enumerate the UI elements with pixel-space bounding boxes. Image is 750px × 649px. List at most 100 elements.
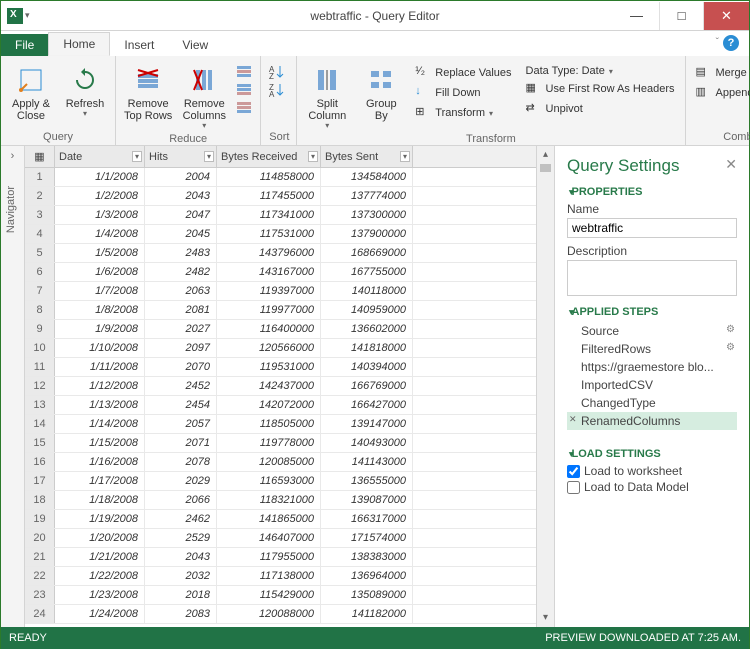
description-input[interactable] [567, 260, 737, 296]
table-row[interactable]: 41/4/20082045117531000137900000 [25, 225, 536, 244]
cell-date: 1/13/2008 [55, 396, 145, 414]
row-number: 10 [25, 339, 55, 357]
table-row[interactable]: 21/2/20082043117455000137774000 [25, 187, 536, 206]
name-label: Name [567, 202, 737, 216]
section-properties[interactable]: PROPERTIES [567, 186, 737, 198]
table-row[interactable]: 131/13/20082454142072000166427000 [25, 396, 536, 415]
table-row[interactable]: 81/8/20082081119977000140959000 [25, 301, 536, 320]
data-type-button[interactable]: Data Type: Date▾ [524, 64, 677, 78]
applied-step[interactable]: Source⚙ [567, 322, 737, 340]
table-row[interactable]: 231/23/20082018115429000135089000 [25, 586, 536, 605]
gear-icon[interactable]: ⚙ [726, 324, 735, 335]
scroll-thumb[interactable] [540, 164, 551, 172]
col-bytes-received[interactable]: Bytes Received▾ [217, 146, 321, 167]
vertical-scrollbar[interactable]: ▴ ▾ [536, 146, 554, 627]
expand-nav-icon[interactable]: › [1, 146, 24, 162]
sort-asc-icon[interactable]: AZ [269, 64, 285, 80]
row-number: 7 [25, 282, 55, 300]
remove-dup-icon[interactable] [236, 100, 252, 116]
transform-button[interactable]: ⊞Transform▾ [413, 104, 513, 122]
table-row[interactable]: 201/20/20082529146407000171574000 [25, 529, 536, 548]
apply-close-button[interactable]: Apply & Close [9, 60, 53, 129]
applied-step[interactable]: ChangedType [567, 394, 737, 412]
remove-alt-rows-icon[interactable] [236, 64, 252, 80]
table-row[interactable]: 51/5/20082483143796000168669000 [25, 244, 536, 263]
table-row[interactable]: 11/1/20082004114858000134584000 [25, 168, 536, 187]
col-bytes-sent[interactable]: Bytes Sent▾ [321, 146, 413, 167]
table-row[interactable]: 141/14/20082057118505000139147000 [25, 415, 536, 434]
filter-dropdown-icon[interactable]: ▾ [308, 151, 318, 162]
merge-queries-button[interactable]: ▤Merge Queries [694, 64, 750, 82]
gear-icon[interactable]: ⚙ [726, 342, 735, 353]
remove-top-rows-button[interactable]: Remove Top Rows [124, 60, 172, 131]
query-name-input[interactable] [567, 218, 737, 238]
scroll-up-icon[interactable]: ▴ [537, 146, 554, 164]
cell-bytes-received: 118321000 [217, 491, 321, 509]
filter-dropdown-icon[interactable]: ▾ [204, 151, 214, 162]
table-row[interactable]: 151/15/20082071119778000140493000 [25, 434, 536, 453]
cell-date: 1/5/2008 [55, 244, 145, 262]
cell-bytes-received: 141865000 [217, 510, 321, 528]
navigator-pane-collapsed[interactable]: › Navigator [1, 146, 25, 627]
applied-step[interactable]: ImportedCSV [567, 376, 737, 394]
row-number: 9 [25, 320, 55, 338]
unpivot-button[interactable]: ⇄Unpivot [524, 100, 677, 118]
cell-date: 1/6/2008 [55, 263, 145, 281]
tab-view[interactable]: View [168, 34, 222, 56]
table-row[interactable]: 31/3/20082047117341000137300000 [25, 206, 536, 225]
load-to-data-model-checkbox[interactable]: Load to Data Model [567, 480, 737, 494]
tab-home[interactable]: Home [48, 32, 110, 56]
col-hits[interactable]: Hits▾ [145, 146, 217, 167]
table-row[interactable]: 61/6/20082482143167000167755000 [25, 263, 536, 282]
col-date[interactable]: Date▾ [55, 146, 145, 167]
table-row[interactable]: 191/19/20082462141865000166317000 [25, 510, 536, 529]
replace-values-button[interactable]: ¹⁄₂Replace Values [413, 64, 513, 82]
table-row[interactable]: 91/9/20082027116400000136602000 [25, 320, 536, 339]
table-row[interactable]: 181/18/20082066118321000139087000 [25, 491, 536, 510]
first-row-headers-button[interactable]: ▦Use First Row As Headers [524, 80, 677, 98]
append-queries-button[interactable]: ▥Append Queries [694, 84, 750, 102]
table-row[interactable]: 121/12/20082452142437000166769000 [25, 377, 536, 396]
split-column-button[interactable]: Split Column▾ [305, 60, 349, 131]
group-query: Apply & Close Refresh ▾ Query [1, 56, 116, 145]
row-number: 12 [25, 377, 55, 395]
row-number: 14 [25, 415, 55, 433]
section-applied-steps[interactable]: APPLIED STEPS [567, 306, 737, 318]
sort-desc-icon[interactable]: ZA [269, 82, 285, 98]
filter-dropdown-icon[interactable]: ▾ [132, 151, 142, 162]
filter-dropdown-icon[interactable]: ▾ [400, 151, 410, 162]
cell-bytes-sent: 137774000 [321, 187, 413, 205]
table-row[interactable]: 101/10/20082097120566000141818000 [25, 339, 536, 358]
select-all-corner[interactable]: ▦ [25, 146, 55, 167]
cell-bytes-received: 119531000 [217, 358, 321, 376]
applied-step[interactable]: FilteredRows⚙ [567, 340, 737, 358]
table-row[interactable]: 71/7/20082063119397000140118000 [25, 282, 536, 301]
section-load-settings[interactable]: LOAD SETTINGS [567, 448, 737, 460]
group-by-button[interactable]: Group By [359, 60, 403, 131]
table-row[interactable]: 211/21/20082043117955000138383000 [25, 548, 536, 567]
table-row[interactable]: 241/24/20082083120088000141182000 [25, 605, 536, 624]
row-number: 23 [25, 586, 55, 604]
table-row[interactable]: 111/11/20082070119531000140394000 [25, 358, 536, 377]
table-row[interactable]: 171/17/20082029116593000136555000 [25, 472, 536, 491]
row-number: 3 [25, 206, 55, 224]
remove-top-rows-label: Remove Top Rows [124, 98, 172, 122]
fill-down-button[interactable]: ↓Fill Down [413, 84, 513, 102]
pane-close-icon[interactable]: ✕ [725, 156, 737, 173]
tab-file[interactable]: File [1, 34, 48, 56]
help-icon[interactable]: ? [723, 35, 739, 51]
table-row[interactable]: 221/22/20082032117138000136964000 [25, 567, 536, 586]
remove-errors-icon[interactable] [236, 82, 252, 98]
applied-step[interactable]: https://graemestore blo... [567, 358, 737, 376]
scroll-down-icon[interactable]: ▾ [537, 609, 554, 627]
row-number: 6 [25, 263, 55, 281]
ribbon-collapse-icon[interactable]: ˇ [716, 37, 719, 48]
applied-step[interactable]: RenamedColumns [567, 412, 737, 430]
load-to-worksheet-checkbox[interactable]: Load to worksheet [567, 464, 737, 478]
table-row[interactable]: 161/16/20082078120085000141143000 [25, 453, 536, 472]
remove-columns-button[interactable]: Remove Columns▾ [182, 60, 226, 131]
refresh-button[interactable]: Refresh ▾ [63, 60, 107, 129]
cell-bytes-received: 120566000 [217, 339, 321, 357]
tab-insert[interactable]: Insert [110, 34, 168, 56]
cell-hits: 2071 [145, 434, 217, 452]
